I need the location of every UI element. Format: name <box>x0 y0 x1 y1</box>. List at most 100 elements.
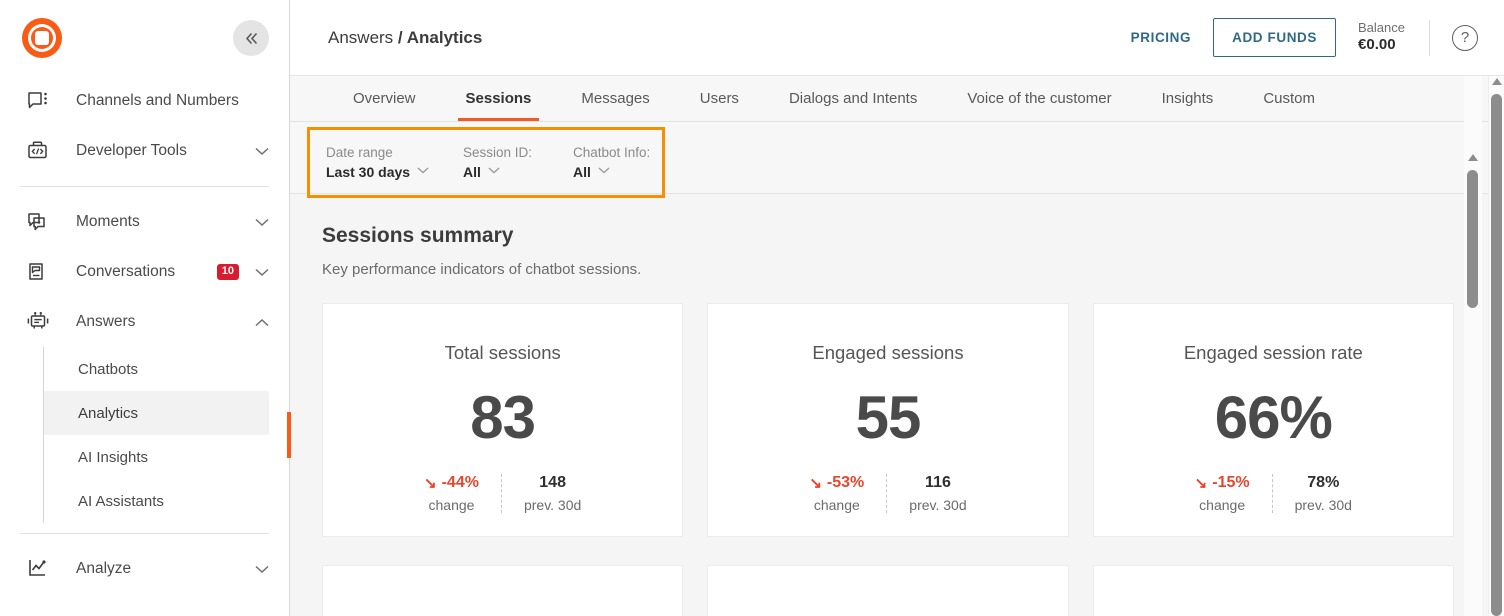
moments-icon <box>25 209 51 235</box>
chevron-down-icon[interactable] <box>255 147 269 156</box>
kpi-change: ↘ -15% change <box>1173 474 1273 513</box>
chevron-up-icon[interactable] <box>255 318 269 327</box>
tab-sessions[interactable]: Sessions <box>441 76 557 121</box>
filter-label: Chatbot Info: <box>573 144 651 160</box>
filter-region: Date range Last 30 days Session ID: All <box>290 122 1504 198</box>
filter-value[interactable]: Last 30 days <box>326 162 463 182</box>
page-scrollbar-thumb[interactable] <box>1491 94 1502 616</box>
sidebar-item-ai-insights[interactable]: AI Insights <box>44 435 269 479</box>
scroll-up-arrow-icon[interactable] <box>1468 154 1478 161</box>
sidebar-item-channels-and-numbers[interactable]: Channels and Numbers <box>0 76 289 126</box>
kpi-change-text: -15% <box>1212 474 1250 491</box>
kpi-prev-value: 116 <box>925 474 951 491</box>
arrow-down-right-icon: ↘ <box>1194 474 1208 492</box>
sidebar-item-label: Channels and Numbers <box>76 92 239 109</box>
sessions-summary-section: Sessions summary Key performance indicat… <box>290 194 1504 278</box>
kpi-prev-label: prev. 30d <box>1294 497 1352 513</box>
sidebar-item-developer-tools[interactable]: Developer Tools <box>0 126 289 176</box>
kpi-value: 55 <box>855 384 922 451</box>
sidebar-subitem-label: AI Assistants <box>78 492 164 510</box>
arrow-down-right-icon: ↘ <box>809 474 822 492</box>
sidebar-divider <box>20 186 269 187</box>
chat-dots-icon <box>25 88 51 114</box>
kpi-change-text: -44% <box>441 474 479 491</box>
kpi-card-placeholder[interactable] <box>707 565 1069 616</box>
chevron-down-icon[interactable] <box>255 565 269 574</box>
kpi-card-engaged-session-rate[interactable]: Engaged session rate 66% ↘ -15% change 7… <box>1092 303 1454 537</box>
balance-display: Balance €0.00 <box>1336 20 1429 55</box>
kpi-change-value: ↘ -44% <box>424 474 479 492</box>
sidebar-item-moments[interactable]: Moments <box>0 197 289 247</box>
kpi-prev-value: 78% <box>1307 474 1340 491</box>
dev-toolbox-icon <box>25 138 51 164</box>
filter-value[interactable]: All <box>573 162 650 182</box>
add-funds-button[interactable]: ADD FUNDS <box>1213 18 1337 57</box>
kpi-change: ↘ -44% change <box>402 474 502 513</box>
filter-date-range[interactable]: Date range Last 30 days <box>326 143 463 183</box>
sidebar-subitem-label: Analytics <box>78 404 139 422</box>
kpi-footer: ↘ -53% change 116 prev. 30d <box>787 474 988 513</box>
header-divider <box>1429 19 1430 56</box>
filter-chatbot-info[interactable]: Chatbot Info: All <box>573 143 650 183</box>
kpi-prev-value: 148 <box>539 474 566 491</box>
kpi-card-engaged-sessions[interactable]: Engaged sessions 55 ↘ -53% change 116 pr… <box>707 303 1069 537</box>
pricing-link[interactable]: PRICING <box>1109 30 1213 45</box>
sidebar-item-analytics[interactable]: Analytics <box>44 391 269 435</box>
conversations-icon <box>25 259 51 285</box>
kpi-card-placeholder[interactable] <box>322 565 684 616</box>
sidebar-item-label: Moments <box>76 213 140 230</box>
kpi-prev-label: prev. 30d <box>909 497 967 513</box>
tab-insights[interactable]: Insights <box>1137 76 1239 121</box>
active-page-indicator <box>287 412 291 458</box>
kpi-footer: ↘ -44% change 148 prev. 30d <box>402 474 603 513</box>
kpi-cards-row: Total sessions 83 ↘ -44% change 148 prev… <box>290 303 1504 537</box>
tab-dialogs-and-intents[interactable]: Dialogs and Intents <box>764 76 942 121</box>
tab-voice-of-the-customer[interactable]: Voice of the customer <box>942 76 1136 121</box>
kpi-change-label: change <box>1199 497 1246 513</box>
inner-scrollbar[interactable] <box>1464 76 1482 616</box>
sidebar-subitem-label: Chatbots <box>78 360 139 378</box>
kpi-change-value: ↘ -15% <box>1195 474 1250 492</box>
kpi-title: Total sessions <box>444 342 561 363</box>
kpi-value: 66% <box>1214 384 1333 451</box>
tab-messages[interactable]: Messages <box>556 76 674 121</box>
chevron-down-icon <box>417 164 429 180</box>
kpi-card-total-sessions[interactable]: Total sessions 83 ↘ -44% change 148 prev… <box>322 303 684 537</box>
infobip-logo[interactable] <box>22 18 62 58</box>
filters-highlight-box: Date range Last 30 days Session ID: All <box>307 127 665 198</box>
sidebar-collapse-button[interactable] <box>233 20 269 56</box>
help-icon[interactable]: ? <box>1452 24 1478 51</box>
sidebar-item-ai-assistants[interactable]: AI Assistants <box>44 479 269 523</box>
scroll-up-arrow-icon[interactable] <box>1492 78 1502 85</box>
page-title: Sessions summary <box>322 224 514 247</box>
sidebar-nav-primary: Channels and Numbers Developer Tools Mom… <box>0 76 289 594</box>
page-scrollbar[interactable] <box>1488 76 1504 616</box>
breadcrumb-separator: / <box>393 27 407 47</box>
chevron-down-icon[interactable] <box>255 218 269 227</box>
kpi-card-placeholder[interactable] <box>1092 565 1454 616</box>
tab-users[interactable]: Users <box>675 76 764 121</box>
chevron-down-icon <box>598 164 610 180</box>
sidebar-item-answers[interactable]: Answers <box>0 297 289 347</box>
kpi-change-value: ↘ -53% <box>809 474 864 492</box>
sidebar-item-chatbots[interactable]: Chatbots <box>44 347 269 391</box>
sidebar-subnav-answers: Chatbots Analytics AI Insights AI Assist… <box>43 347 289 523</box>
tab-overview[interactable]: Overview <box>328 76 441 121</box>
sidebar-item-conversations[interactable]: Conversations 10 <box>0 247 289 297</box>
filter-session-id[interactable]: Session ID: All <box>463 143 573 183</box>
inner-scrollbar-thumb[interactable] <box>1467 170 1478 308</box>
sidebar-item-analyze[interactable]: Analyze <box>0 544 289 594</box>
balance-value: €0.00 <box>1358 36 1396 54</box>
breadcrumb: Answers / Analytics <box>328 28 482 48</box>
kpi-previous: 148 prev. 30d <box>502 474 603 513</box>
chevron-down-icon[interactable] <box>255 268 269 277</box>
filter-value[interactable]: All <box>463 162 573 182</box>
content-scroll-area: Date range Last 30 days Session ID: All <box>290 122 1504 616</box>
sidebar-item-label: Conversations <box>76 263 176 280</box>
tab-custom[interactable]: Custom <box>1238 76 1340 121</box>
breadcrumb-current: Analytics <box>406 27 483 47</box>
kpi-value: 83 <box>470 384 536 451</box>
breadcrumb-parent[interactable]: Answers <box>328 28 393 47</box>
double-chevron-left-icon <box>245 32 257 44</box>
balance-label: Balance <box>1358 20 1405 35</box>
